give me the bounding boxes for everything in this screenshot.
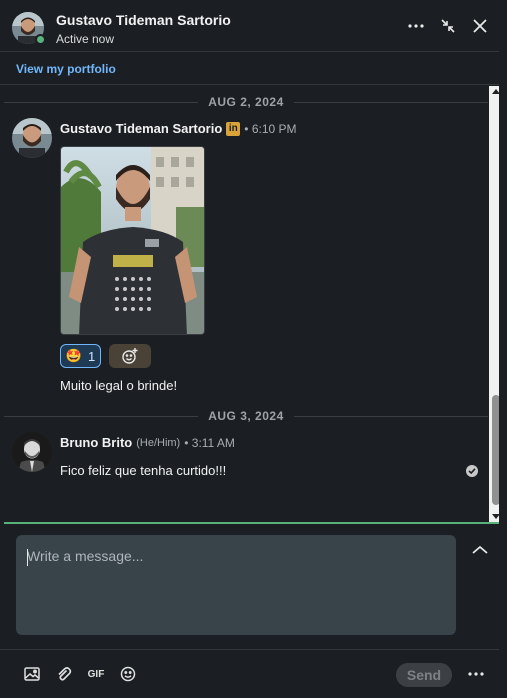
date-label: AUG 3, 2024: [198, 409, 294, 423]
close-button[interactable]: [469, 15, 491, 37]
sender-avatar[interactable]: [12, 118, 52, 158]
date-separator: AUG 3, 2024: [0, 409, 492, 423]
linkedin-premium-badge-icon: in: [226, 121, 241, 136]
sender-name[interactable]: Bruno Brito: [60, 435, 132, 450]
more-horizontal-icon: [468, 672, 484, 676]
message-sender: Gustavo Tideman Sartorio in • 6:10 PM: [60, 121, 297, 136]
star-struck-emoji-icon: 🤩: [65, 348, 82, 363]
reaction-count: 1: [87, 348, 96, 364]
text-caret: [27, 549, 28, 566]
header-avatar[interactable]: [12, 12, 46, 45]
message-body: Muito legal o brinde!: [60, 378, 178, 393]
image-icon: [24, 667, 40, 681]
add-reaction-button[interactable]: [109, 344, 151, 368]
contact-name[interactable]: Gustavo Tideman Sartorio: [56, 12, 231, 28]
close-icon: [473, 19, 487, 33]
messaging-window: Gustavo Tideman Sartorio Active now View…: [0, 0, 503, 698]
sender-name[interactable]: Gustavo Tideman Sartorio: [60, 121, 222, 136]
message-body: Fico feliz que tenha curtido!!!: [60, 463, 227, 478]
expand-compose-button[interactable]: [470, 542, 490, 558]
portfolio-bar: View my portfolio: [0, 53, 503, 85]
conversation-header: Gustavo Tideman Sartorio Active now: [0, 0, 503, 52]
message-sender: Bruno Brito (He/Him) • 3:11 AM: [60, 435, 235, 450]
emoji-button[interactable]: [118, 664, 138, 684]
compose-focus-line: [4, 522, 503, 524]
minimize-icon: [441, 19, 455, 33]
send-button[interactable]: Send: [396, 663, 452, 687]
date-label: AUG 2, 2024: [198, 95, 294, 109]
read-receipt-check-icon: [466, 465, 478, 477]
minimize-button[interactable]: [437, 15, 459, 37]
presence-status: Active now: [56, 32, 115, 46]
attach-file-button[interactable]: [54, 664, 74, 684]
shared-photo[interactable]: [60, 146, 205, 335]
more-options-button[interactable]: [405, 15, 427, 37]
paperclip-icon: [58, 667, 72, 681]
add-reaction-icon: [122, 348, 138, 364]
sender-pronouns: (He/Him): [136, 436, 181, 449]
view-portfolio-link[interactable]: View my portfolio: [16, 62, 116, 76]
background-page-edge: [499, 0, 507, 698]
gif-button[interactable]: GIF: [86, 664, 106, 684]
message-input-box[interactable]: [16, 535, 456, 635]
chevron-up-icon: [472, 545, 488, 554]
sender-avatar[interactable]: [12, 432, 52, 472]
reaction-chip[interactable]: 🤩 1: [60, 344, 101, 368]
compose-options-button[interactable]: [466, 664, 486, 684]
emoji-icon: [120, 666, 136, 682]
online-status-dot: [35, 34, 46, 45]
message-input[interactable]: [16, 535, 456, 635]
message-timestamp: • 3:11 AM: [184, 435, 235, 450]
more-horizontal-icon: [408, 24, 424, 28]
attach-image-button[interactable]: [22, 664, 42, 684]
message-timestamp: • 6:10 PM: [244, 121, 297, 136]
date-separator: AUG 2, 2024: [0, 95, 492, 109]
